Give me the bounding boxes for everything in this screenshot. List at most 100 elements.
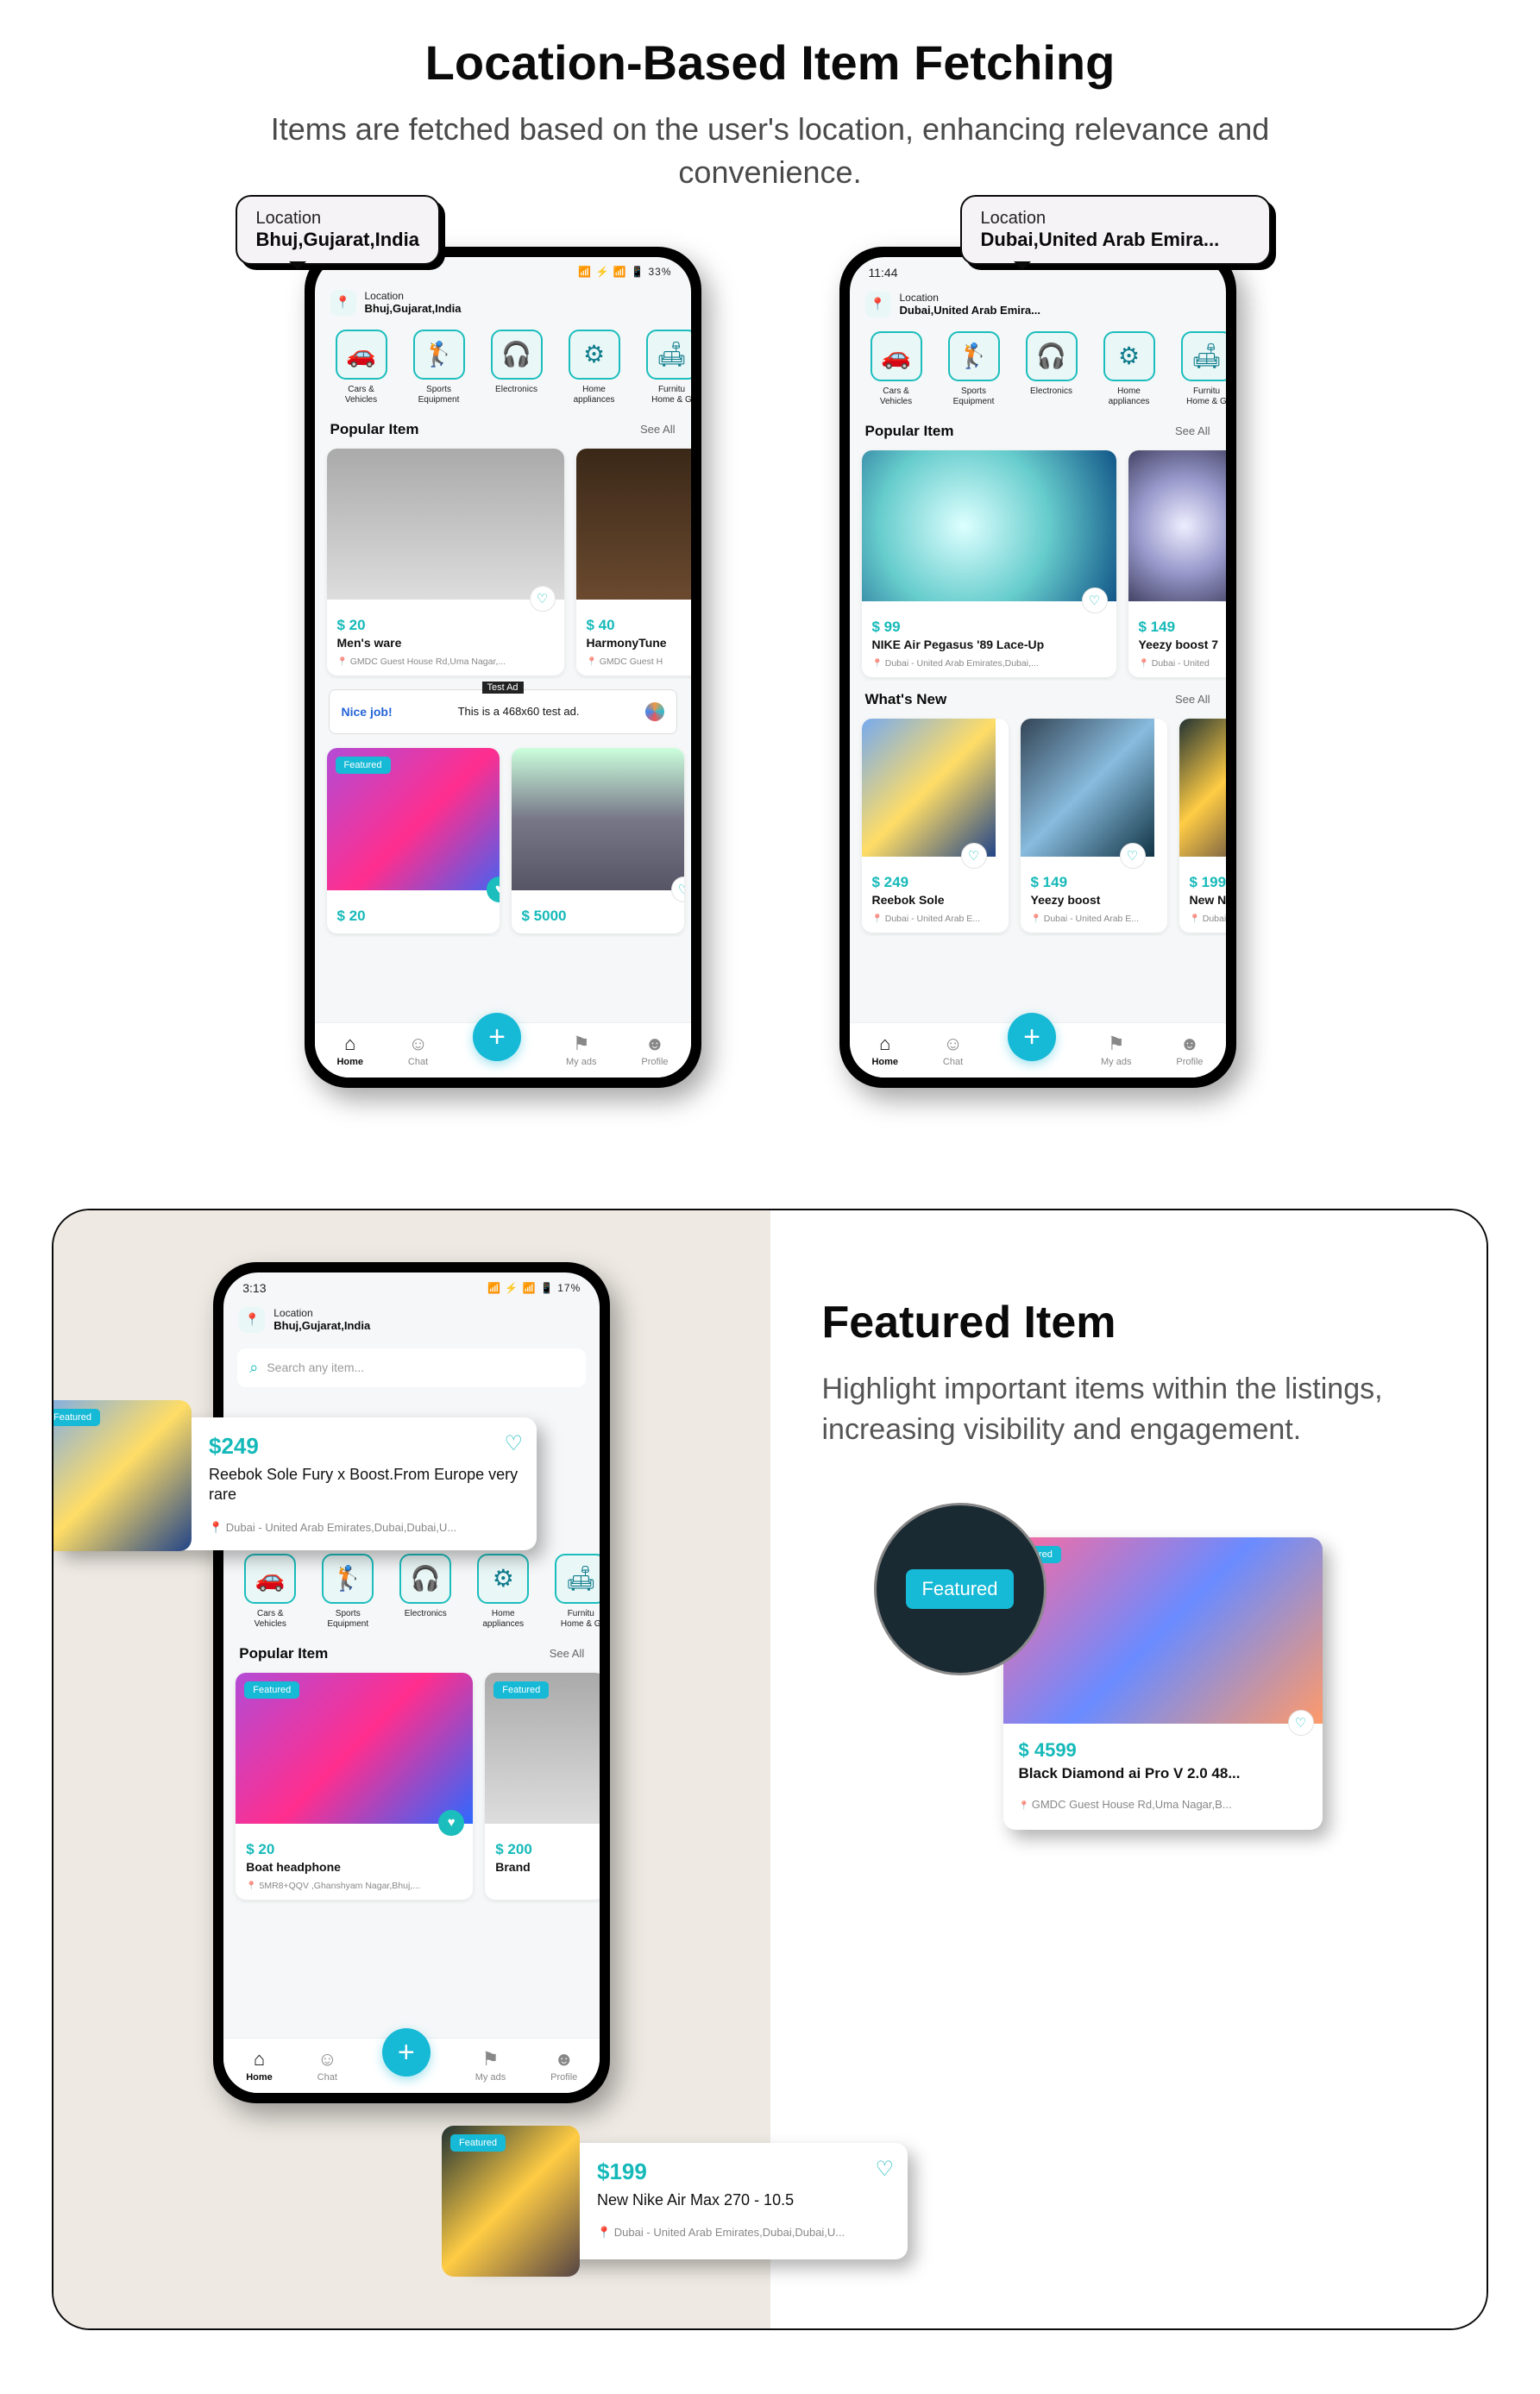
category-sports[interactable]: 🏌Sports Equipment — [313, 1554, 382, 1630]
headphones-icon: 🎧 — [491, 330, 543, 380]
item-card[interactable]: ♡ $ 99 NIKE Air Pegasus '89 Lace-Up Duba… — [862, 450, 1116, 677]
category-row: 🚗Cars & Vehicles 🏌Sports Equipment 🎧Elec… — [315, 324, 691, 411]
favorite-icon[interactable]: ♡ — [1120, 843, 1146, 869]
item-card[interactable]: ♡ $ 149 Yeezy boost Dubai - United Arab … — [1021, 719, 1167, 933]
featured-popout-1[interactable]: Featured ♡ $249 Reebok Sole Fury x Boost… — [53, 1417, 537, 1550]
car-icon: 🚗 — [244, 1554, 296, 1604]
zoom-wrap: Featured eatured ♡ $ 4599 Black Diamond … — [874, 1537, 1436, 1830]
category-furniture[interactable]: 🛋Furnitu Home & G — [638, 330, 691, 405]
ad-text: This is a 468x60 test ad. — [403, 705, 635, 718]
item-card[interactable]: Featured ♥ $ 20 — [327, 748, 500, 933]
nav-home[interactable]: ⌂Home — [246, 2048, 273, 2083]
category-home-appliances[interactable]: ⚙Home appliances — [1095, 331, 1164, 407]
popular-header: Popular Item See All — [850, 412, 1226, 447]
item-price: $ 40 — [587, 617, 691, 634]
ads-icon: ⚑ — [482, 2048, 500, 2070]
category-furniture[interactable]: 🛋Furnitu Home & G — [546, 1554, 600, 1630]
zoom-card[interactable]: eatured ♡ $ 4599 Black Diamond ai Pro V … — [1003, 1537, 1323, 1830]
nav-home[interactable]: ⌂Home — [871, 1033, 898, 1067]
location-label: Location — [365, 290, 462, 302]
ad-banner[interactable]: Test Ad Nice job! This is a 468x60 test … — [329, 689, 677, 734]
item-card[interactable]: ♡ $ 5000 — [512, 748, 684, 933]
add-button[interactable]: + — [473, 1013, 521, 1061]
category-cars[interactable]: 🚗Cars & Vehicles — [236, 1554, 305, 1630]
category-row: 🚗Cars & Vehicles 🏌Sports Equipment 🎧Elec… — [850, 326, 1226, 412]
chat-icon: ☺ — [408, 1033, 427, 1055]
add-button[interactable]: + — [1008, 1013, 1056, 1061]
section-subtitle: Items are fetched based on the user's lo… — [253, 108, 1288, 195]
add-button[interactable]: + — [382, 2028, 431, 2077]
zoom-price: $ 4599 — [1019, 1739, 1307, 1762]
app-header[interactable]: 📍 Location Dubai,United Arab Emira... — [850, 285, 1226, 326]
item-card[interactable]: $ 199 New Nik Dubai - U — [1179, 719, 1226, 933]
favorite-icon[interactable]: ♡ — [504, 1431, 523, 1456]
phone-screen: 11:44 📍 Location Dubai,United Arab Emira… — [850, 257, 1226, 1078]
item-card[interactable]: ♡ $ 249 Reebok Sole Dubai - United Arab … — [862, 719, 1009, 933]
nav-myads[interactable]: ⚑My ads — [1101, 1033, 1131, 1067]
nav-home[interactable]: ⌂Home — [336, 1033, 363, 1067]
app-header[interactable]: 📍 Location Bhuj,Gujarat,India — [223, 1300, 600, 1342]
favorite-icon[interactable]: ♥ — [438, 1810, 464, 1836]
favorite-icon[interactable]: ♡ — [961, 843, 987, 869]
featured-tag: Featured — [493, 1681, 549, 1699]
favorite-icon[interactable]: ♡ — [875, 2157, 894, 2182]
nav-chat[interactable]: ☺Chat — [943, 1033, 963, 1067]
category-home-appliances[interactable]: ⚙Home appliances — [560, 330, 629, 405]
favorite-icon[interactable]: ♡ — [1082, 588, 1108, 613]
category-electronics[interactable]: 🎧Electronics — [1017, 331, 1086, 407]
phone-frame: 📶 ⚡ 📶 📱 33% 📍 Location Bhuj,Gujarat,Indi… — [305, 247, 701, 1088]
search-input[interactable]: ⌕ Search any item... — [237, 1348, 586, 1387]
item-image — [1179, 719, 1226, 857]
item-card[interactable]: $ 40 HarmonyTune GMDC Guest H — [576, 449, 691, 675]
see-all-link[interactable]: See All — [550, 1647, 584, 1660]
category-cars[interactable]: 🚗Cars & Vehicles — [862, 331, 931, 407]
item-price: $ 5000 — [522, 908, 674, 925]
featured-title: Featured Item — [822, 1297, 1436, 1348]
nav-myads[interactable]: ⚑My ads — [475, 2048, 506, 2083]
see-all-link[interactable]: See All — [640, 423, 675, 436]
see-all-link[interactable]: See All — [1175, 693, 1210, 706]
nav-chat[interactable]: ☺Chat — [408, 1033, 428, 1067]
app-header[interactable]: 📍 Location Bhuj,Gujarat,India — [315, 283, 691, 324]
ad-nice: Nice job! — [342, 705, 393, 719]
furniture-icon: 🛋 — [1181, 331, 1226, 381]
favorite-icon[interactable]: ♡ — [1288, 1710, 1314, 1736]
item-title: HarmonyTune — [587, 636, 691, 650]
category-furniture[interactable]: 🛋Furnitu Home & G — [1172, 331, 1226, 407]
category-electronics[interactable]: 🎧Electronics — [391, 1554, 460, 1630]
see-all-link[interactable]: See All — [1175, 424, 1210, 437]
popout-location: 📍 Dubai - United Arab Emirates,Dubai,Dub… — [597, 2226, 890, 2240]
featured-popout-2[interactable]: Featured ♡ $199 New Nike Air Max 270 - 1… — [459, 2143, 908, 2259]
location-value: Bhuj,Gujarat,India — [273, 1319, 370, 1332]
favorite-icon[interactable]: ♡ — [530, 586, 556, 612]
item-price: $ 20 — [246, 1841, 462, 1858]
popout-price: $199 — [597, 2158, 890, 2185]
category-home-appliances[interactable]: ⚙Home appliances — [468, 1554, 537, 1630]
section-title: Location-Based Item Fetching — [86, 35, 1454, 91]
nav-chat[interactable]: ☺Chat — [317, 2048, 337, 2083]
category-cars[interactable]: 🚗Cars & Vehicles — [327, 330, 396, 405]
status-time: 3:13 — [242, 1281, 266, 1295]
item-image — [576, 449, 691, 600]
phone-frame: 3:13 📶 ⚡ 📶 📱 17% 📍 Location Bhuj,Gujarat… — [213, 1262, 610, 2103]
item-title: Men's ware — [337, 636, 554, 650]
washer-icon: ⚙ — [1103, 331, 1155, 381]
item-price: $ 249 — [872, 874, 998, 891]
category-sports[interactable]: 🏌Sports Equipment — [940, 331, 1009, 407]
item-card[interactable]: Featured ♥ $ 20 Boat headphone 5MR8+QQV … — [236, 1673, 473, 1900]
nav-profile[interactable]: ☻Profile — [641, 1033, 668, 1067]
item-location: Dubai - United Arab E... — [872, 914, 998, 924]
profile-icon: ☻ — [644, 1033, 664, 1055]
item-card[interactable]: ♡ $ 20 Men's ware GMDC Guest House Rd,Um… — [327, 449, 564, 675]
nav-myads[interactable]: ⚑My ads — [566, 1033, 596, 1067]
nav-profile[interactable]: ☻Profile — [1176, 1033, 1203, 1067]
home-icon: ⌂ — [879, 1033, 890, 1055]
category-electronics[interactable]: 🎧Electronics — [482, 330, 551, 405]
category-sports[interactable]: 🏌Sports Equipment — [405, 330, 474, 405]
washer-icon: ⚙ — [477, 1554, 529, 1604]
nav-profile[interactable]: ☻Profile — [550, 2048, 577, 2083]
item-card[interactable]: $ 149 Yeezy boost 7 Dubai - United — [1128, 450, 1226, 677]
home-icon: ⌂ — [254, 2048, 265, 2070]
item-card[interactable]: Featured $ 200 Brand — [485, 1673, 600, 1900]
headphones-icon: 🎧 — [1026, 331, 1078, 381]
